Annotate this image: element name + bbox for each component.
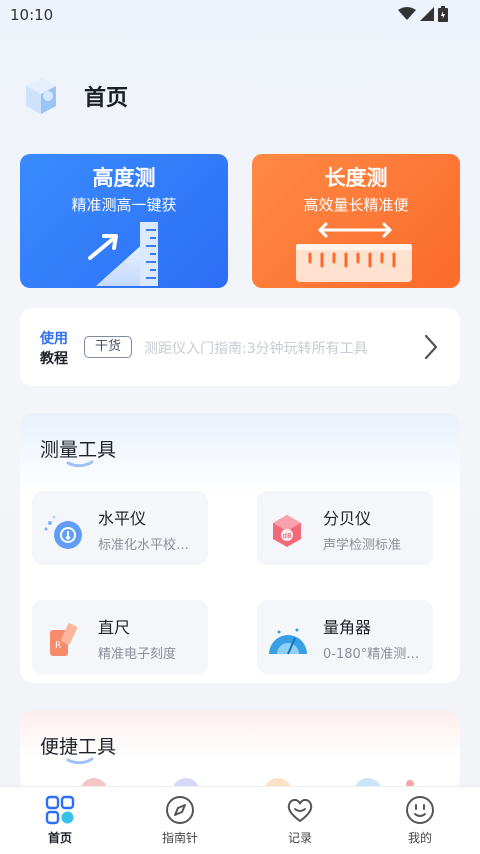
nav-home[interactable]: 首页	[0, 787, 120, 854]
length-ruler-icon	[296, 222, 412, 282]
nav-label: 首页	[47, 831, 72, 845]
decibel-icon: dB	[273, 515, 301, 547]
protractor-icon	[269, 628, 307, 655]
tutorial-badge: 干货	[84, 336, 133, 358]
tutorial-label-line2: 教程	[40, 351, 68, 367]
title-underline-decoration	[66, 460, 94, 467]
bottom-nav: 首页 指南针 记录 我的	[0, 786, 480, 854]
tutorial-text: 测距仪入门指南:3分钟玩转所有工具	[144, 341, 368, 357]
home-grid-icon	[45, 795, 75, 825]
signal-icon	[420, 7, 434, 21]
tool-desc: 标准化水平校…	[98, 538, 190, 553]
height-measure-card[interactable]: 高度测 精准测高一键获	[20, 154, 228, 288]
page-title: 首页	[84, 86, 129, 111]
tool-ruler[interactable]: R 直尺 精准电子刻度	[32, 600, 208, 674]
tool-level[interactable]: 水平仪 标准化水平校…	[32, 491, 208, 565]
nav-label: 记录	[287, 831, 312, 845]
tool-desc: 精准电子刻度	[98, 647, 177, 662]
length-measure-card[interactable]: 长度测 高效量长精准便	[252, 154, 460, 288]
height-ruler-icon	[88, 222, 158, 286]
quick-tools-panel: 便捷工具	[20, 710, 460, 790]
ruler-icon: R	[50, 623, 78, 656]
nav-profile[interactable]: 我的	[360, 787, 480, 854]
status-time: 10:10	[10, 6, 54, 24]
nav-records[interactable]: 记录	[240, 787, 360, 854]
nav-label: 我的	[407, 831, 432, 845]
tool-name: 直尺	[98, 618, 131, 637]
smile-face-icon	[406, 796, 434, 824]
card-title: 高度测	[92, 166, 156, 190]
level-icon	[44, 515, 82, 549]
svg-text:R: R	[55, 641, 61, 651]
nav-label: 指南针	[161, 831, 198, 845]
tool-name: 量角器	[323, 618, 372, 637]
nav-compass[interactable]: 指南针	[120, 787, 240, 854]
app-logo-icon	[26, 78, 56, 114]
tool-desc: 声学检测标准	[323, 538, 402, 553]
tool-protractor[interactable]: 量角器 0-180°精准测…	[257, 600, 433, 674]
card-title: 长度测	[324, 166, 388, 190]
card-subtitle: 精准测高一键获	[71, 196, 177, 214]
heart-icon	[287, 799, 313, 822]
tutorial-label-line1: 使用	[40, 331, 68, 347]
title-underline-decoration	[66, 757, 94, 764]
compass-icon	[166, 796, 194, 824]
tool-name: 分贝仪	[323, 509, 372, 528]
status-icons	[398, 6, 448, 22]
measure-tools-panel: 测量工具 水平仪 标准化水平校… dB 分贝仪 声学检测标准 R 直尺 精准电子…	[20, 413, 460, 683]
card-subtitle: 高效量长精准便	[303, 196, 409, 214]
tool-desc: 0-180°精准测…	[323, 647, 420, 662]
chevron-right-icon[interactable]	[424, 334, 438, 360]
page-header: 首页	[24, 76, 128, 116]
tool-name: 水平仪	[98, 509, 147, 528]
svg-text:dB: dB	[283, 532, 292, 540]
section-title: 测量工具	[40, 439, 117, 461]
battery-icon	[438, 6, 448, 22]
tool-decibel[interactable]: dB 分贝仪 声学检测标准	[257, 491, 433, 565]
tutorial-banner[interactable]: 使用 教程 干货 测距仪入门指南:3分钟玩转所有工具	[20, 308, 460, 386]
section-title: 便捷工具	[40, 736, 117, 758]
wifi-icon	[398, 7, 416, 20]
status-bar: 10:10	[0, 0, 480, 30]
